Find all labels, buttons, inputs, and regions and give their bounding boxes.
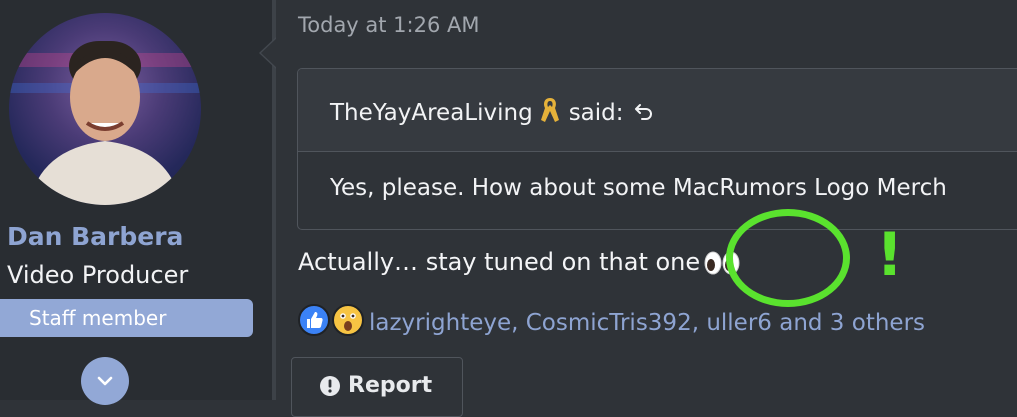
avatar-image [9, 41, 201, 205]
exclamation-annotation: ! [876, 220, 904, 290]
report-label: Report [348, 373, 433, 398]
exclamation-circle-icon [320, 376, 340, 396]
wow-icon [331, 303, 365, 343]
message-body: Actually… stay tuned on that one [298, 248, 701, 276]
report-button[interactable]: Report [291, 357, 463, 417]
author-title: Video Producer [7, 261, 189, 289]
message-text: Actually… stay tuned on that one [298, 248, 740, 282]
quote-attribution: TheYayAreaLiving said: [330, 96, 654, 130]
chevron-down-icon [97, 376, 113, 386]
reactions-bar[interactable]: lazyrighteye, CosmicTris392, uller6 and … [297, 303, 925, 343]
quote-header: TheYayAreaLiving said: [298, 69, 1017, 152]
ribbon-icon [539, 96, 561, 130]
expand-user-extras-button[interactable] [81, 357, 129, 405]
quote-block: TheYayAreaLiving said: Yes, please. How a… [297, 68, 1017, 230]
highlight-circle-annotation [726, 209, 850, 307]
avatar[interactable] [9, 13, 201, 205]
goto-icon[interactable] [634, 101, 654, 127]
message-user-sidebar: Dan Barbera Video Producer Staff member [0, 0, 274, 405]
staff-badge: Staff member [0, 299, 253, 337]
reaction-names[interactable]: lazyrighteye, CosmicTris392, uller6 and … [369, 310, 925, 336]
quote-body: Yes, please. How about some MacRumors Lo… [330, 175, 947, 201]
author-name[interactable]: Dan Barbera [7, 222, 183, 251]
like-icon [297, 303, 331, 343]
quote-author-name[interactable]: TheYayAreaLiving [330, 100, 533, 126]
post-timestamp[interactable]: Today at 1:26 AM [298, 13, 480, 37]
message-arrow-fill [261, 38, 277, 68]
quote-said-text: said: [568, 100, 624, 126]
